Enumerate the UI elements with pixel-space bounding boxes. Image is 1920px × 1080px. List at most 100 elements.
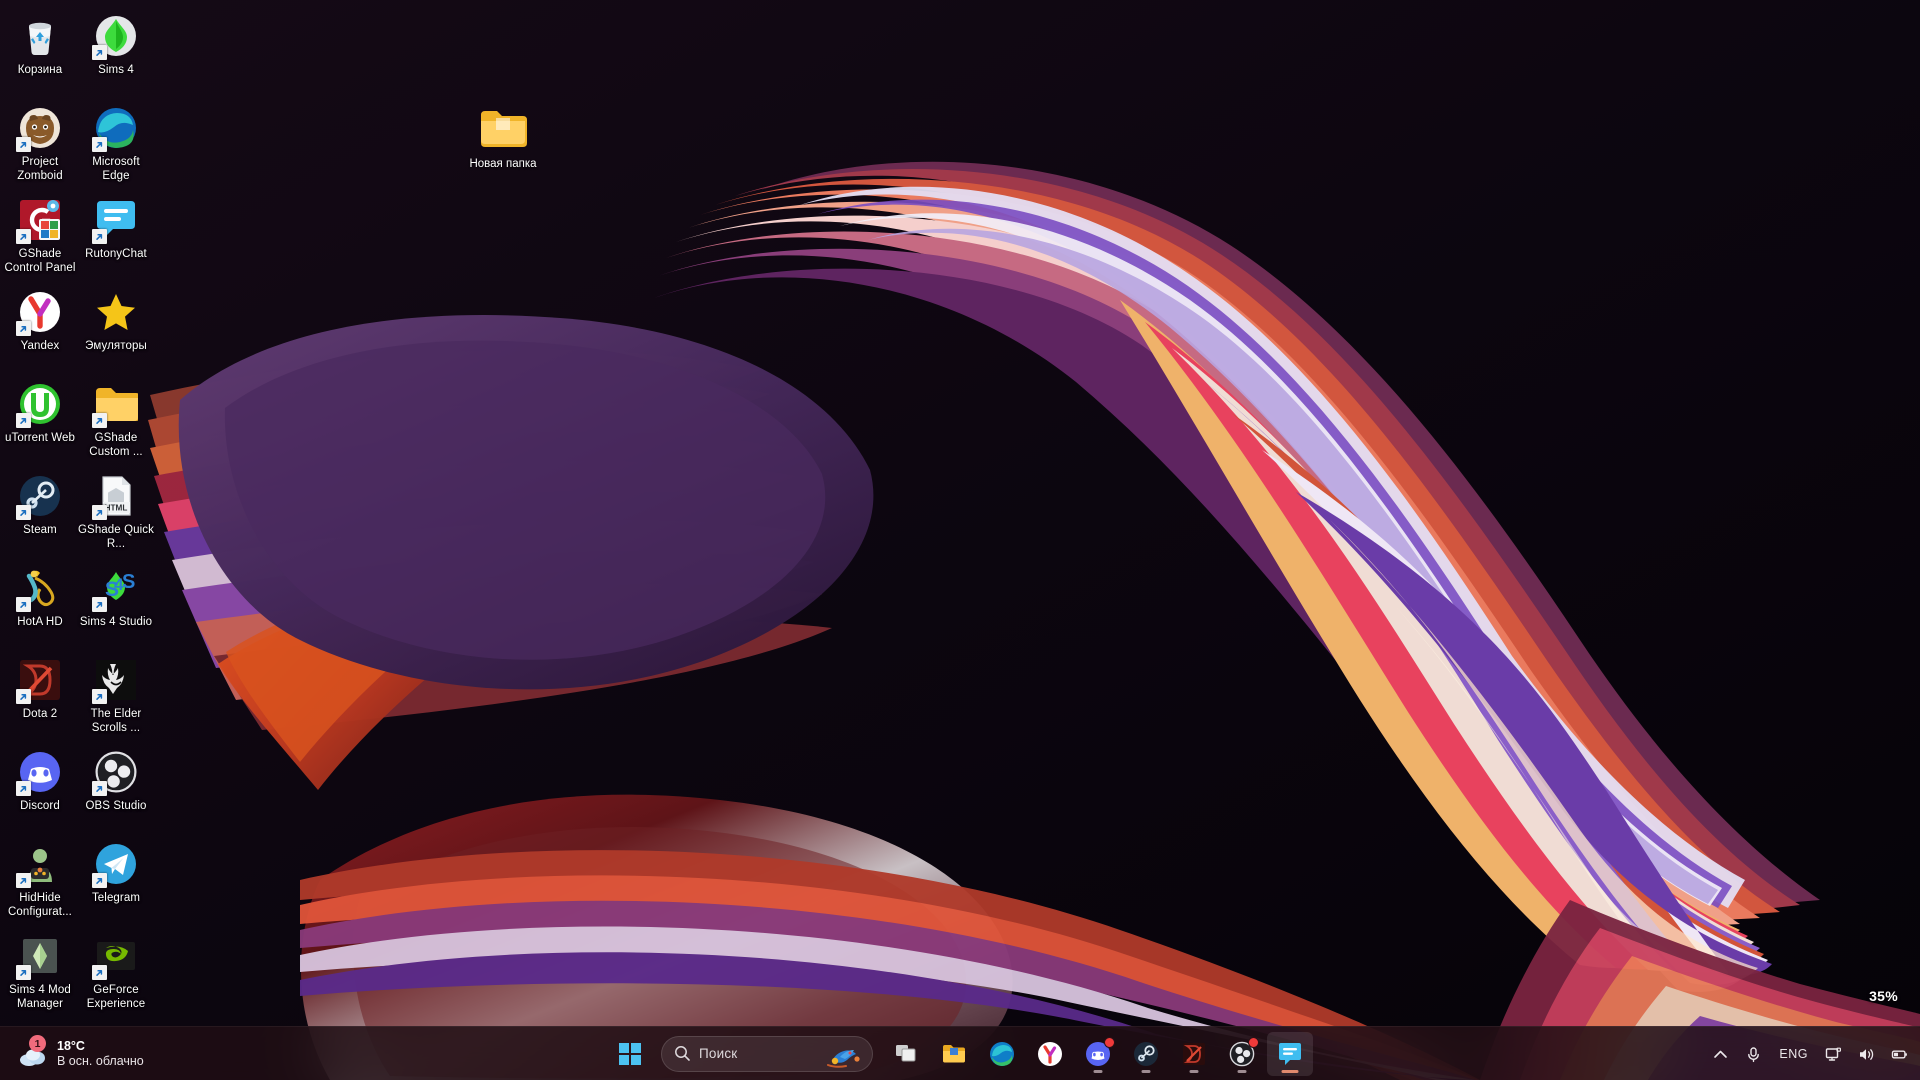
zoom-level-indicator: 35% (1869, 988, 1898, 1004)
desktop-icon-label: HidHide Configurat... (8, 892, 72, 918)
desktop-icon-label: Project Zomboid (17, 156, 63, 182)
taskbar-item-obs-studio[interactable] (1219, 1032, 1265, 1076)
desktop-icon-steam[interactable]: Steam (2, 466, 78, 558)
taskbar-item-microsoft-edge[interactable] (979, 1032, 1025, 1076)
running-indicator (1141, 1069, 1151, 1073)
file-explorer-icon (943, 1044, 965, 1062)
tray-language-indicator[interactable]: ENG (1770, 1034, 1817, 1074)
search-input[interactable]: Поиск (661, 1035, 873, 1072)
desktop-icon-label: Dota 2 (22, 708, 58, 720)
start-button[interactable] (607, 1032, 653, 1076)
desktop-icon-label: Новая папка (469, 158, 537, 170)
taskbar-item-rutonychat[interactable] (1267, 1031, 1313, 1076)
weather-temperature: 18°C (57, 1039, 85, 1053)
utorrent-web-icon (16, 380, 64, 428)
star-folder-icon (92, 288, 140, 336)
desktop-icon-dota-2[interactable]: Dota 2 (2, 650, 78, 742)
desktop-icon-project-zomboid[interactable]: Project Zomboid (2, 98, 78, 190)
desktop-icon-obs-studio[interactable]: OBS Studio (78, 742, 154, 834)
hidhide-icon (16, 840, 64, 888)
desktop-icon-hidhide[interactable]: HidHide Configurat... (2, 834, 78, 926)
windows-logo-icon (619, 1042, 641, 1065)
project-zomboid-icon (16, 104, 64, 152)
desktop-icon-html-file[interactable]: HTML GShade Quick R... (78, 466, 154, 558)
desktop-icon-label: uTorrent Web (4, 432, 76, 444)
desktop-icon-label: Sims 4 Mod Manager (9, 984, 71, 1010)
task-view-icon (896, 1044, 916, 1061)
tray-microphone-button[interactable] (1737, 1034, 1770, 1074)
wallpaper-art (0, 0, 1920, 1080)
hota-hd-icon (16, 564, 64, 612)
desktop-icon-grid[interactable]: Корзина Sims 4 Project Zomboid Microsoft Ed… (0, 0, 260, 1020)
shortcut-arrow-icon (16, 873, 31, 888)
sims-4-icon (92, 12, 140, 60)
desktop-icon-discord[interactable]: Discord (2, 742, 78, 834)
desktop-icon-hota-hd[interactable]: HotA HD (2, 558, 78, 650)
desktop-icon-geforce-experience[interactable]: GeForce Experience (78, 926, 154, 1018)
shortcut-arrow-icon (92, 965, 107, 980)
shortcut-arrow-icon (92, 45, 107, 60)
obs-notification-badge (1248, 1036, 1259, 1048)
taskbar-item-file-explorer[interactable] (931, 1032, 977, 1076)
speaker-icon (1860, 1048, 1874, 1060)
weather-condition: В осн. облачно (57, 1054, 144, 1068)
desktop-icon-label: Microsoft Edge (92, 156, 140, 182)
shortcut-arrow-icon (16, 321, 31, 336)
shortcut-arrow-icon (92, 413, 107, 428)
shortcut-arrow-icon (92, 873, 107, 888)
desktop-icon-rutonychat[interactable]: RutonyChat (78, 190, 154, 282)
shortcut-arrow-icon (16, 413, 31, 428)
desktop-icon-sims-4-studio[interactable]: S 4 S Sims 4 Studio (78, 558, 154, 650)
shortcut-arrow-icon (16, 597, 31, 612)
desktop-icon-new-folder[interactable]: Новая папка (455, 104, 551, 170)
desktop-icon-star-folder[interactable]: Эмуляторы (78, 282, 154, 374)
desktop-icon-recycle-bin[interactable]: Корзина (2, 6, 78, 98)
taskbar-item-steam[interactable] (1123, 1032, 1169, 1076)
desktop-icon-folder[interactable]: GShade Custom ... (78, 374, 154, 466)
skyrim-icon (92, 656, 140, 704)
tray-volume-button[interactable] (1850, 1034, 1883, 1074)
microsoft-edge-icon (92, 104, 140, 152)
shortcut-arrow-icon (92, 689, 107, 704)
obs-studio-icon (92, 748, 140, 796)
taskbar-item-yandex[interactable] (1027, 1032, 1073, 1076)
taskbar-item-dota-2[interactable] (1171, 1032, 1217, 1076)
desktop-icon-microsoft-edge[interactable]: Microsoft Edge (78, 98, 154, 190)
sims-4-mod-manager-icon (16, 932, 64, 980)
svg-text:HTML: HTML (105, 504, 128, 513)
cloud-icon: 1 (18, 1035, 48, 1068)
shortcut-arrow-icon (92, 137, 107, 152)
desktop-icon-gshade-control-panel[interactable]: GShade Control Panel (2, 190, 78, 282)
weather-widget[interactable]: 1 18°C В осн. облачно (8, 1030, 154, 1078)
svg-text:S: S (122, 571, 135, 593)
gshade-control-panel-icon (16, 196, 64, 244)
desktop-icon-label: Sims 4 (98, 64, 134, 76)
desktop-icon-label: Эмуляторы (85, 340, 147, 352)
desktop-icon-label: OBS Studio (85, 800, 147, 812)
desktop-icon-label: GeForce Experience (86, 984, 146, 1010)
desktop-icon-skyrim[interactable]: The Elder Scrolls ... (78, 650, 154, 742)
shortcut-arrow-icon (16, 689, 31, 704)
desktop-icon-label: Discord (20, 800, 60, 812)
desktop-icon-label: Telegram (91, 892, 141, 904)
tray-network-button[interactable] (1817, 1034, 1850, 1074)
network-display-icon (1825, 1047, 1842, 1061)
tray-battery-button[interactable] (1883, 1034, 1916, 1074)
taskbar-item-discord[interactable] (1075, 1032, 1121, 1076)
desktop-icon-yandex-browser[interactable]: Yandex (2, 282, 78, 374)
desktop-icon-sims-4-mod-manager[interactable]: Sims 4 Mod Manager (2, 926, 78, 1018)
search-icon (675, 1046, 690, 1061)
taskbar: 1 18°C В осн. облачно Поиск ENG (0, 1026, 1920, 1080)
desktop-icon-telegram[interactable]: Telegram (78, 834, 154, 926)
folder-icon (477, 104, 529, 152)
shortcut-arrow-icon (16, 505, 31, 520)
tray-overflow-button[interactable] (1704, 1034, 1737, 1074)
discord-notification-badge (1104, 1036, 1115, 1048)
desktop-icon-label: RutonyChat (85, 248, 147, 260)
taskbar-item-task-view[interactable] (883, 1032, 929, 1076)
rutonychat-icon (1279, 1042, 1301, 1065)
desktop-icon-sims-4[interactable]: Sims 4 (78, 6, 154, 98)
desktop-icon-label: GShade Custom ... (89, 432, 143, 458)
desktop-icon-utorrent-web[interactable]: uTorrent Web (2, 374, 78, 466)
search-placeholder: Поиск (699, 1046, 738, 1061)
